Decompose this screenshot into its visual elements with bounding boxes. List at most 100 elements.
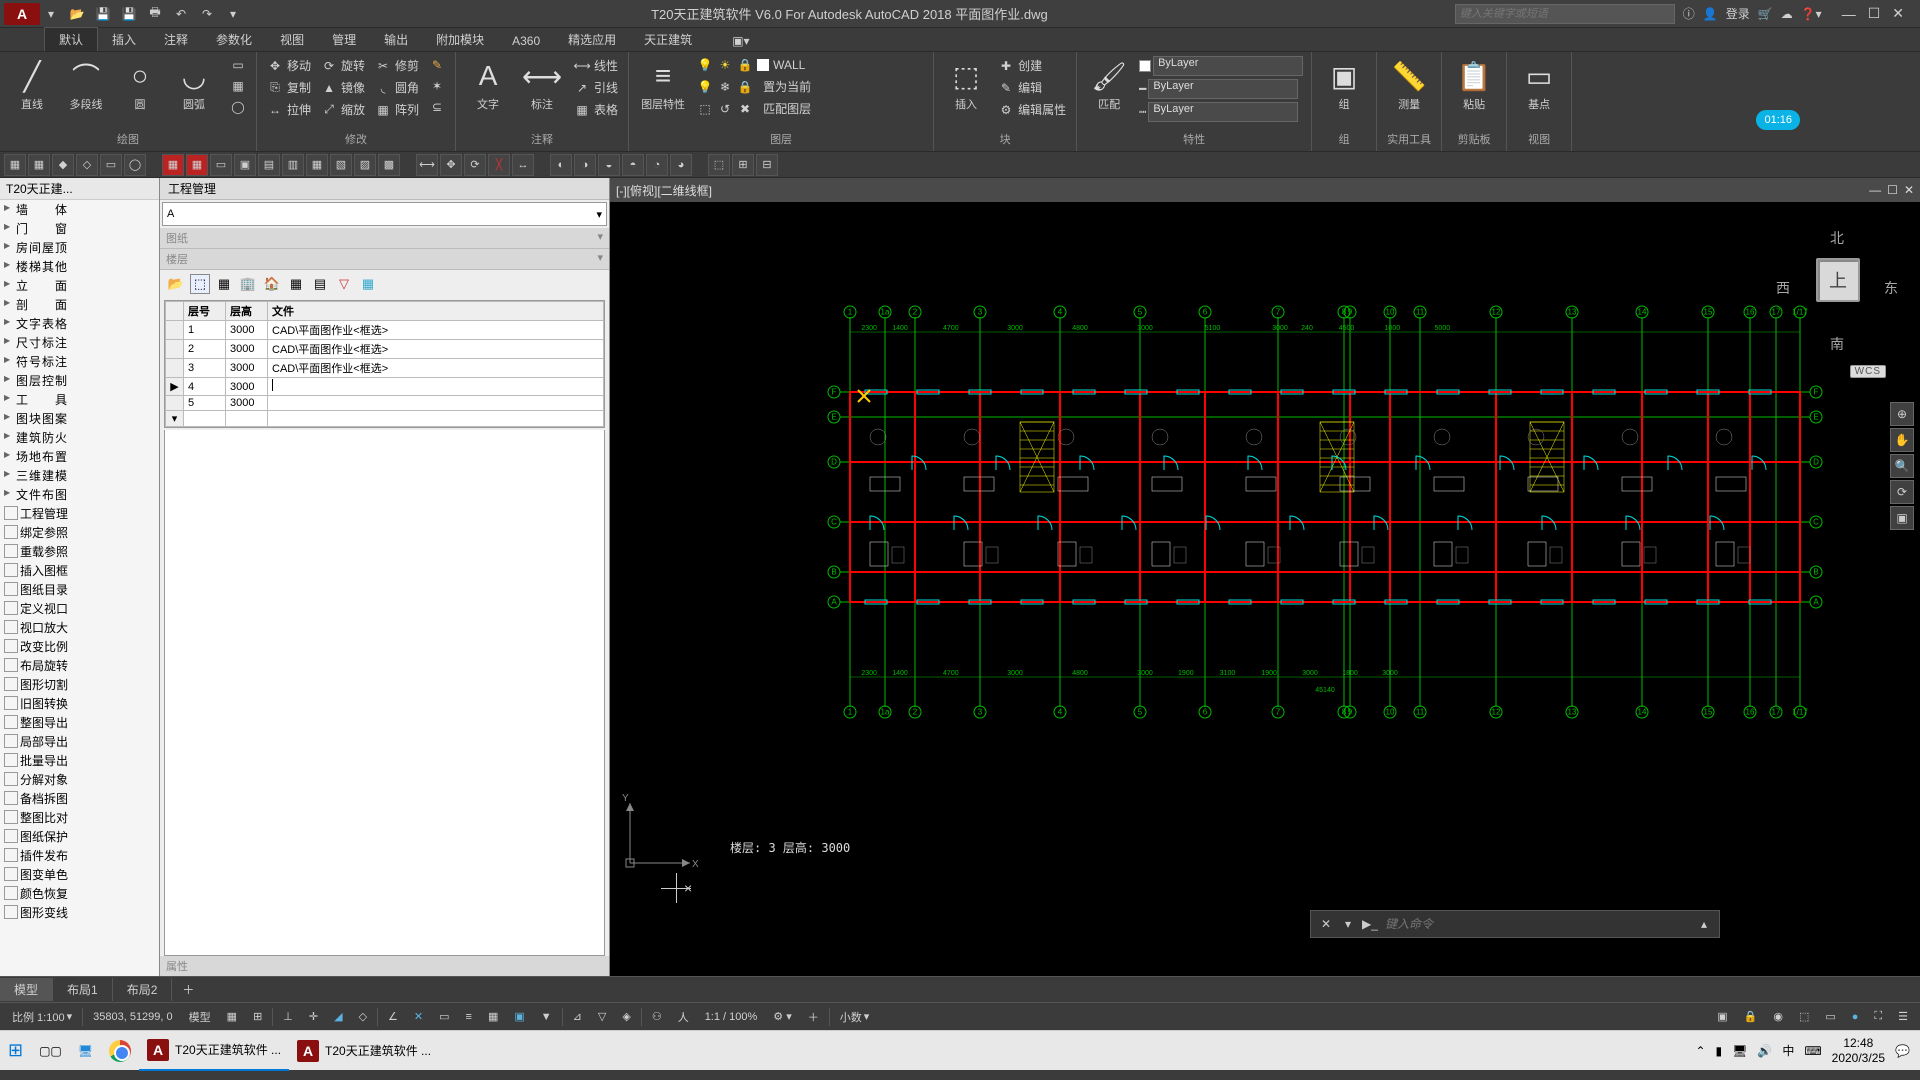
circle-button[interactable]: ○圆 — [116, 56, 164, 114]
tb-icon-21[interactable]: ↔ — [512, 154, 534, 176]
customize-icon[interactable]: ● — [1846, 1009, 1865, 1025]
tray-notifications-icon[interactable]: 💬 — [1895, 1044, 1910, 1058]
table-row[interactable]: 13000CAD\平面图作业<框选> — [166, 321, 604, 340]
table-row[interactable]: 23000CAD\平面图作业<框选> — [166, 340, 604, 359]
tab-view[interactable]: 视图 — [266, 28, 318, 51]
tray-ime-icon[interactable]: 中 — [1782, 1042, 1794, 1059]
viewcube-south[interactable]: 南 — [1830, 334, 1844, 354]
mirror-button[interactable]: ▲镜像 — [319, 78, 367, 97]
sidebar-subitem-17[interactable]: 图纸保护 — [0, 827, 159, 846]
scale-combo[interactable]: 比例 1:100 ▾ — [6, 1007, 78, 1027]
linear-dim-button[interactable]: ⟷线性 — [572, 56, 620, 75]
tb-icon-17[interactable]: ⟷ — [416, 154, 438, 176]
tab-collapse-icon[interactable]: ▣▾ — [718, 31, 763, 51]
annotation-monitor-icon[interactable]: ＋ — [802, 1007, 825, 1027]
offset-icon[interactable]: ⊆ — [427, 98, 447, 116]
sidebar-subitem-3[interactable]: 插入图框 — [0, 561, 159, 580]
line-button[interactable]: ╱直线 — [8, 56, 56, 114]
sidebar-subitem-1[interactable]: 绑定参照 — [0, 523, 159, 542]
floor-icon-5[interactable]: 🏠 — [262, 274, 282, 294]
isodraft-toggle-icon[interactable]: ◢ — [328, 1008, 348, 1025]
base-button[interactable]: ▭基点 — [1515, 56, 1563, 114]
tb-icon-5[interactable]: ▭ — [100, 154, 122, 176]
otrack-icon[interactable]: ✕ — [408, 1008, 429, 1025]
selection-filter-icon[interactable]: ▽ — [592, 1008, 612, 1025]
hardware-accel-icon[interactable]: ⬚ — [1793, 1008, 1815, 1025]
tb-icon-29[interactable]: ⊞ — [732, 154, 754, 176]
sidebar-subitem-18[interactable]: 插件发布 — [0, 846, 159, 865]
file-explorer-button[interactable]: 🖥 — [70, 1031, 101, 1071]
table-button[interactable]: ▦表格 — [572, 100, 620, 119]
gizmo-icon[interactable]: ◈ — [616, 1008, 636, 1025]
annotation-scale[interactable]: 1:1 / 100% — [699, 1009, 764, 1025]
layer-current-button[interactable]: 置为当前 — [763, 78, 811, 95]
tb-icon-1[interactable]: ▦ — [4, 154, 26, 176]
dim-button[interactable]: ⟷标注 — [518, 56, 566, 114]
layer-prev-icon[interactable]: ↺ — [717, 101, 733, 117]
tb-icon-8[interactable]: ▦ — [186, 154, 208, 176]
tb-icon-12[interactable]: ▥ — [282, 154, 304, 176]
tb-icon-19[interactable]: ⟳ — [464, 154, 486, 176]
edit-block-button[interactable]: ✎编辑 — [996, 78, 1068, 97]
tb-icon-24[interactable]: ◒ — [598, 154, 620, 176]
workspace-switching-icon[interactable]: ⚙ ▾ — [767, 1008, 797, 1025]
tab-tangent[interactable]: 天正建筑 — [630, 28, 706, 51]
open-floor-icon[interactable]: 📂 — [166, 274, 186, 294]
attr-section-header[interactable]: 属性 — [160, 956, 609, 976]
measure-button[interactable]: 📏测量 — [1385, 56, 1433, 114]
tab-insert[interactable]: 插入 — [98, 28, 150, 51]
dynamic-ucs-icon[interactable]: ⊿ — [567, 1008, 588, 1025]
annotation-visibility-icon[interactable]: ⚇ — [646, 1008, 668, 1025]
floor-icon-4[interactable]: 🏢 — [238, 274, 258, 294]
save-icon[interactable]: 💾 — [92, 3, 114, 25]
sidebar-item-4[interactable]: 立 面 — [0, 276, 159, 295]
leader-button[interactable]: ↗引线 — [572, 78, 620, 97]
tray-network-icon[interactable]: 🖥 — [1732, 1044, 1747, 1058]
tab-model[interactable]: 模型 — [0, 978, 53, 1001]
tb-icon-11[interactable]: ▤ — [258, 154, 280, 176]
osnap-toggle-icon[interactable]: ◇ — [353, 1008, 373, 1025]
grid-toggle-icon[interactable]: ▦ — [221, 1008, 243, 1025]
floor-table[interactable]: 层号 层高 文件 13000CAD\平面图作业<框选>23000CAD\平面图作… — [164, 300, 605, 428]
help-dropdown-icon[interactable]: ❓▾ — [1801, 7, 1822, 21]
sidebar-item-0[interactable]: 墙 体 — [0, 200, 159, 219]
autocad-logo-icon[interactable]: A — [4, 3, 40, 25]
layeriso-icon[interactable]: 💡 — [697, 79, 713, 95]
tab-parametric[interactable]: 参数化 — [202, 28, 266, 51]
tab-manage[interactable]: 管理 — [318, 28, 370, 51]
close-button[interactable]: ✕ — [1892, 5, 1904, 22]
sidebar-item-11[interactable]: 图块图案 — [0, 409, 159, 428]
tab-layout2[interactable]: 布局2 — [113, 978, 173, 1001]
ortho-toggle-icon[interactable]: ⊥ — [277, 1008, 299, 1025]
viewcube-north[interactable]: 北 — [1830, 228, 1844, 248]
sidebar-item-1[interactable]: 门 窗 — [0, 219, 159, 238]
tray-battery-icon[interactable]: ▮ — [1716, 1044, 1723, 1058]
autoscale-icon[interactable]: 人 — [672, 1007, 695, 1027]
sidebar-item-2[interactable]: 房间屋顶 — [0, 238, 159, 257]
sidebar-subitem-4[interactable]: 图纸目录 — [0, 580, 159, 599]
project-dropdown[interactable]: A▾ — [162, 202, 607, 226]
polyline-button[interactable]: ⌒多段线 — [62, 56, 110, 114]
floor-icon-8[interactable]: ▽ — [334, 274, 354, 294]
floor-icon-6[interactable]: ▦ — [286, 274, 306, 294]
rotate-button[interactable]: ⟳旋转 — [319, 56, 367, 75]
sidebar-item-10[interactable]: 工 具 — [0, 390, 159, 409]
help-search-input[interactable] — [1455, 4, 1675, 24]
floor-icon-3[interactable]: ▦ — [214, 274, 234, 294]
new-icon[interactable]: ▾ — [40, 3, 62, 25]
linetype-combo[interactable]: ┉ByLayer — [1139, 102, 1303, 122]
viewport-close-icon[interactable]: ✕ — [1904, 183, 1914, 197]
undo-icon[interactable]: ↶ — [170, 3, 192, 25]
array-button[interactable]: ▦阵列 — [373, 100, 421, 119]
group-button[interactable]: ▣组 — [1320, 56, 1368, 114]
sidebar-item-14[interactable]: 三维建模 — [0, 466, 159, 485]
nav-wheel-icon[interactable]: ⊕ — [1890, 402, 1914, 426]
edit-attr-button[interactable]: ⚙编辑属性 — [996, 100, 1068, 119]
tray-volume-icon[interactable]: 🔊 — [1757, 1044, 1772, 1058]
wcs-label[interactable]: WCS — [1850, 365, 1886, 378]
viewcube-east[interactable]: 东 — [1884, 278, 1898, 298]
tb-icon-22[interactable]: ◐ — [550, 154, 572, 176]
exchange-icon[interactable]: 🛒 — [1758, 7, 1773, 21]
tb-icon-6[interactable]: ◯ — [124, 154, 146, 176]
color-combo[interactable]: ByLayer — [1139, 56, 1303, 76]
